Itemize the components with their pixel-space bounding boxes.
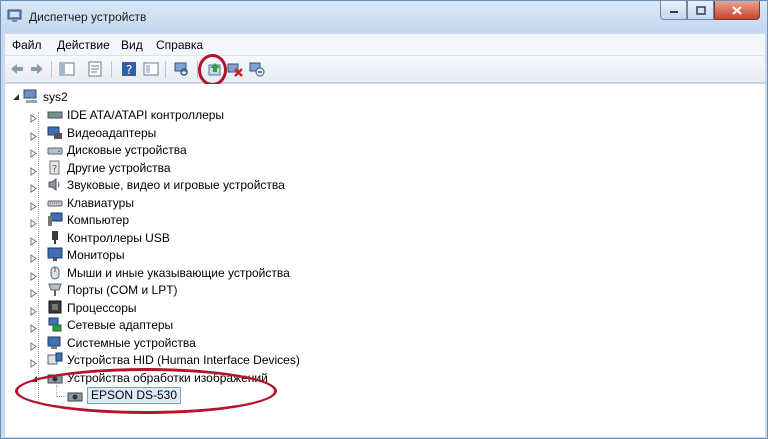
maximize-icon xyxy=(695,5,706,15)
tree-category-label: Процессоры xyxy=(67,300,137,315)
expand-arrow-icon[interactable] xyxy=(29,184,38,193)
forward-icon[interactable] xyxy=(29,61,45,77)
computer-icon xyxy=(48,212,63,226)
computer-icon xyxy=(23,89,37,103)
toolbar-separator xyxy=(165,61,166,78)
menu-help[interactable]: Справка xyxy=(156,38,203,52)
tree-category-usb[interactable]: Контроллеры USB xyxy=(29,229,170,246)
processor-icon xyxy=(48,300,62,314)
help-icon[interactable]: ? xyxy=(121,61,137,77)
expand-arrow-icon[interactable] xyxy=(29,132,38,141)
close-icon xyxy=(732,5,742,15)
expand-arrow-icon[interactable] xyxy=(29,307,38,316)
uninstall-device-icon[interactable] xyxy=(249,61,265,77)
toolbar: ? xyxy=(5,56,765,83)
menu-view[interactable]: Вид xyxy=(121,38,143,52)
expand-arrow-icon[interactable] xyxy=(29,114,38,123)
menu-action[interactable]: Действие xyxy=(57,38,110,52)
tree-category-label: Системные устройства xyxy=(67,335,196,350)
svg-text:?: ? xyxy=(52,164,57,175)
tree-category-network[interactable]: Сетевые адаптеры xyxy=(29,316,173,333)
tree-category-label: IDE ATA/ATAPI контроллеры xyxy=(67,107,225,122)
tree-category-label: Звуковые, видео и игровые устройства xyxy=(67,177,285,192)
maximize-button[interactable] xyxy=(687,1,714,20)
expand-arrow-icon[interactable] xyxy=(29,149,38,158)
device-manager-app-icon xyxy=(7,9,22,22)
tree-category-ports[interactable]: Порты (COM и LPT) xyxy=(29,281,178,298)
tree-category-keyboards[interactable]: Клавиатуры xyxy=(29,194,134,211)
expand-arrow-icon[interactable] xyxy=(29,237,38,246)
tree-category-label: Устройства HID (Human Interface Devices) xyxy=(67,352,300,367)
window-title: Диспетчер устройств xyxy=(29,10,147,24)
disk-drive-icon xyxy=(47,147,63,155)
tree-category-label: Мониторы xyxy=(67,247,125,262)
disable-device-icon[interactable] xyxy=(227,61,243,77)
monitor-icon xyxy=(47,247,63,261)
menu-file[interactable]: Файл xyxy=(12,38,42,52)
tree-category-label: Видеоадаптеры xyxy=(67,125,157,140)
title-bar[interactable]: Диспетчер устройств xyxy=(1,1,767,31)
toolbar-highlight-annotation xyxy=(198,54,227,86)
expand-arrow-icon[interactable] xyxy=(29,167,38,176)
window-controls xyxy=(660,1,760,21)
toolbar-separator xyxy=(111,61,112,78)
tree-category-ide[interactable]: IDE ATA/ATAPI контроллеры xyxy=(29,106,224,123)
properties-icon[interactable] xyxy=(87,61,103,77)
port-icon xyxy=(48,283,62,296)
expand-arrow-icon[interactable] xyxy=(29,272,38,281)
close-button[interactable] xyxy=(714,1,760,20)
show-hide-tree-icon[interactable] xyxy=(59,61,75,77)
expand-arrow-icon[interactable] xyxy=(29,342,38,351)
tree-category-label: Контроллеры USB xyxy=(67,230,170,245)
hid-icon xyxy=(47,352,63,365)
tree-category-system[interactable]: Системные устройства xyxy=(29,334,196,351)
system-devices-icon xyxy=(47,336,61,349)
minimize-icon xyxy=(669,11,678,13)
tree-category-label: Сетевые адаптеры xyxy=(67,317,174,332)
tree-category-label: Другие устройства xyxy=(67,160,171,175)
mouse-icon xyxy=(50,266,60,280)
device-highlight-annotation xyxy=(15,368,277,414)
tree-category-other[interactable]: ? Другие устройства xyxy=(29,159,171,176)
back-icon[interactable] xyxy=(9,61,25,77)
tree-category-hid[interactable]: Устройства HID (Human Interface Devices) xyxy=(29,351,300,368)
tree-root-computer[interactable]: sys2 xyxy=(23,88,68,105)
tree-category-sound[interactable]: Звуковые, видео и игровые устройства xyxy=(29,176,285,193)
expand-arrow-icon[interactable] xyxy=(29,219,38,228)
expand-arrow-icon[interactable] xyxy=(29,324,38,333)
usb-icon xyxy=(52,231,58,244)
tree-root-label: sys2 xyxy=(43,89,68,104)
tree-category-label: Порты (COM и LPT) xyxy=(67,282,178,297)
tree-category-label: Мыши и иные указывающие устройства xyxy=(67,265,290,280)
menu-bar: Файл Действие Вид Справка xyxy=(5,34,765,56)
tree-category-monitors[interactable]: Мониторы xyxy=(29,246,124,263)
minimize-button[interactable] xyxy=(660,1,687,20)
tree-category-disks[interactable]: Дисковые устройства xyxy=(29,141,187,158)
display-adapter-icon xyxy=(47,126,62,139)
expand-arrow-icon[interactable] xyxy=(29,289,38,298)
tree-category-mice[interactable]: Мыши и иные указывающие устройства xyxy=(29,264,290,281)
tree-category-video[interactable]: Видеоадаптеры xyxy=(29,124,156,141)
tree-category-label: Дисковые устройства xyxy=(67,142,187,157)
expand-arrow-icon[interactable] xyxy=(29,254,38,263)
expand-arrow-icon[interactable] xyxy=(29,359,38,368)
collapse-arrow-icon[interactable] xyxy=(12,93,21,102)
keyboard-icon xyxy=(47,200,63,207)
svg-text:?: ? xyxy=(126,63,132,77)
other-devices-icon: ? xyxy=(49,160,60,175)
speaker-icon xyxy=(48,178,60,191)
expand-arrow-icon[interactable] xyxy=(29,202,38,211)
tree-category-processors[interactable]: Процессоры xyxy=(29,299,137,316)
tree-category-computer[interactable]: Компьютер xyxy=(29,211,129,228)
tree-category-label: Клавиатуры xyxy=(67,195,134,210)
refresh-view-icon[interactable] xyxy=(143,61,159,77)
ide-controller-icon xyxy=(47,111,63,119)
toolbar-separator xyxy=(51,61,52,78)
scan-hardware-icon[interactable] xyxy=(173,61,189,77)
device-manager-window: Диспетчер устройств Файл Действие Вид Сп… xyxy=(0,0,768,439)
tree-category-label: Компьютер xyxy=(67,212,130,227)
network-adapter-icon xyxy=(48,317,62,332)
